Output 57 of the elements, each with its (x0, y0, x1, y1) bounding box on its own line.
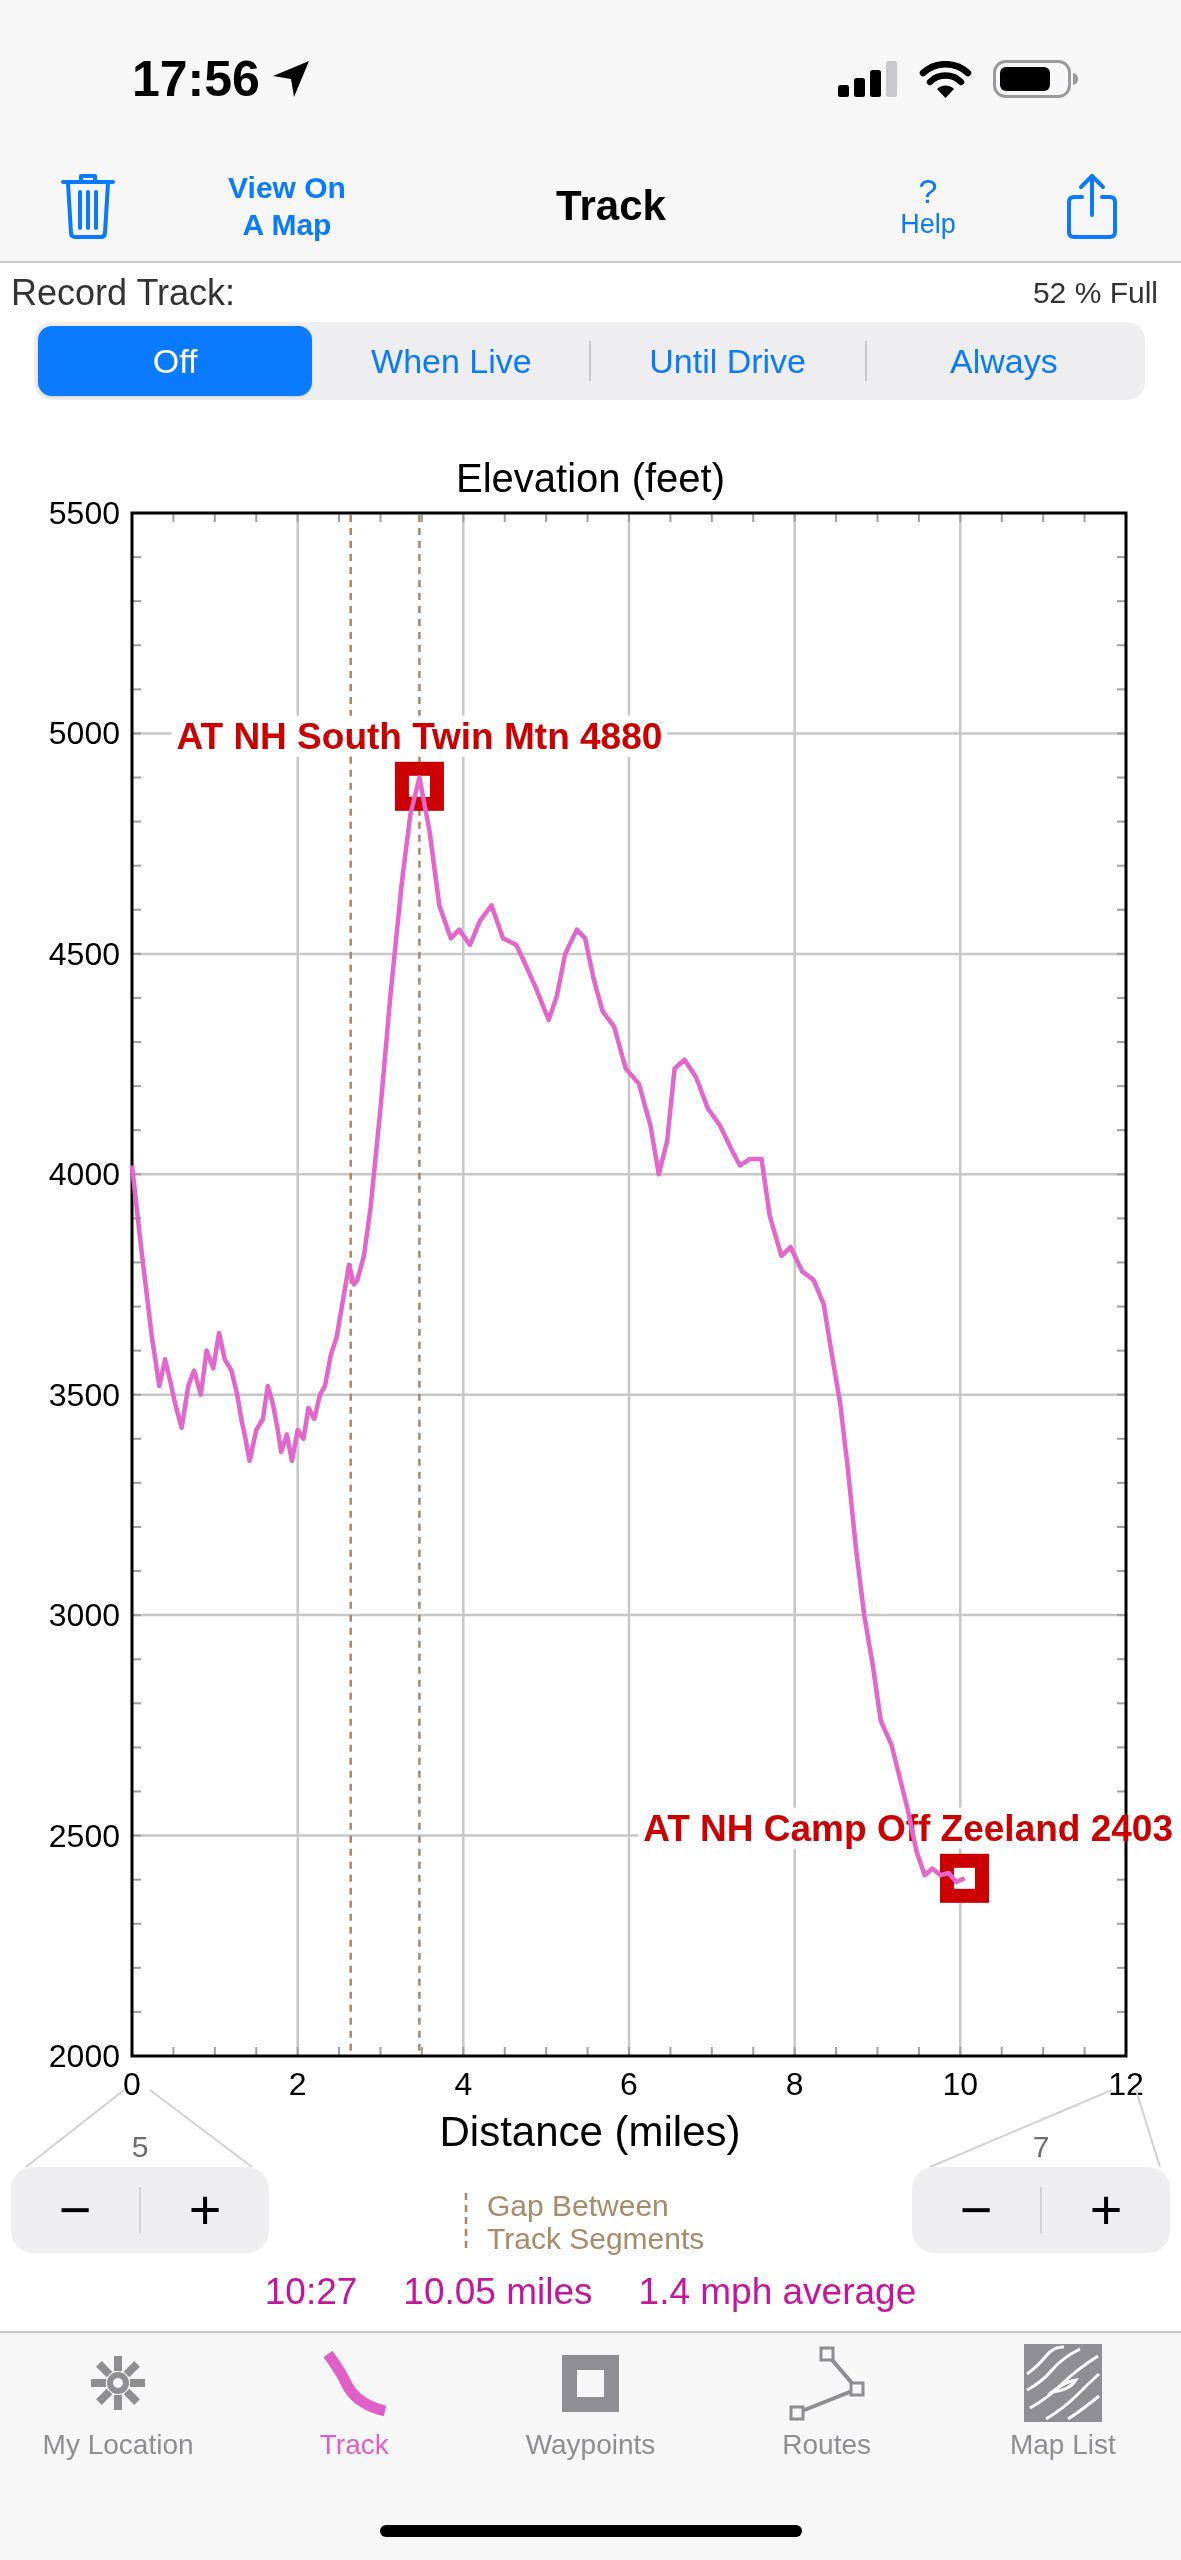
average-speed: 1.4 mph average (638, 2270, 917, 2314)
decrease-button[interactable]: − (912, 2167, 1040, 2253)
x-axis-tick-label: 8 (785, 2066, 804, 2102)
y-axis-tick-label: 5000 (48, 715, 120, 752)
increase-button[interactable]: + (141, 2167, 269, 2253)
route-polyline-icon (787, 2345, 866, 2421)
wifi-icon (919, 60, 972, 98)
stepper-value: 7 (1032, 2132, 1050, 2162)
tab[interactable]: Waypoints (472, 2345, 709, 2460)
waypoint-label: AT NH South Twin Mtn 4880 (176, 715, 663, 757)
x-axis-tick-label: 10 (942, 2066, 979, 2102)
tab[interactable]: Routes (708, 2345, 945, 2460)
tab[interactable]: Track (236, 2345, 473, 2460)
asterisk-icon (89, 2354, 148, 2412)
topographic-map-icon (1023, 2344, 1102, 2422)
x-axis-tick-label: 4 (454, 2066, 473, 2102)
y-axis-tick-label: 5500 (48, 500, 120, 531)
storage-status: 52 % Full (1032, 274, 1158, 311)
gap-legend-icon (464, 2193, 468, 2251)
x-axis-tick-label: 12 (1108, 2066, 1144, 2102)
x-axis-tick-label: 0 (123, 2066, 141, 2102)
battery-icon (993, 60, 1079, 98)
y-axis-tick-label: 2500 (48, 1817, 120, 1854)
delete-button[interactable] (60, 171, 116, 240)
elapsed-time: 10:27 (264, 2270, 358, 2314)
track-distance: 10.05 miles (403, 2270, 593, 2314)
screen-title: Track (556, 180, 666, 231)
y-axis-tick-label: 3000 (48, 1597, 120, 1634)
y-axis-tick-label: 2000 (48, 2038, 120, 2074)
x-axis-tick-label: 6 (620, 2066, 638, 2102)
record-mode-option[interactable]: When Live (314, 326, 589, 396)
record-track-label: Record Track: (11, 271, 236, 314)
y-axis-tick-label: 4000 (48, 1156, 120, 1193)
tab[interactable]: Map List (944, 2345, 1181, 2460)
trash-icon (60, 171, 116, 240)
record-mode-option[interactable]: Always (866, 326, 1141, 396)
waypoint-marker (940, 1853, 989, 1903)
record-mode-option[interactable]: Until Drive (590, 326, 865, 396)
share-icon (1065, 172, 1119, 239)
view-on-map-button[interactable]: View On A Map (221, 168, 353, 243)
share-button[interactable] (1065, 172, 1119, 239)
legend-label: Gap Between Track Segments (487, 2189, 706, 2255)
x-axis-title: Distance (miles) (439, 2107, 741, 2155)
signal-icon (838, 61, 898, 97)
y-axis-tick-label: 4500 (48, 935, 120, 972)
help-button[interactable]: ? Help (900, 172, 956, 239)
y-axis-tick-label: 3500 (48, 1376, 120, 1413)
decrease-button[interactable]: − (11, 2167, 139, 2253)
x-axis-tick-label: 2 (288, 2066, 307, 2102)
chart-title: Elevation (feet) (456, 456, 725, 500)
tab[interactable]: My Location (0, 2345, 237, 2460)
stepper-value: 5 (131, 2132, 149, 2162)
square-icon (562, 2354, 619, 2412)
status-time: 17:56 (132, 51, 260, 107)
location-arrow-icon (271, 60, 310, 98)
increase-button[interactable]: + (1042, 2167, 1170, 2253)
record-mode-option[interactable]: Off (38, 326, 313, 396)
